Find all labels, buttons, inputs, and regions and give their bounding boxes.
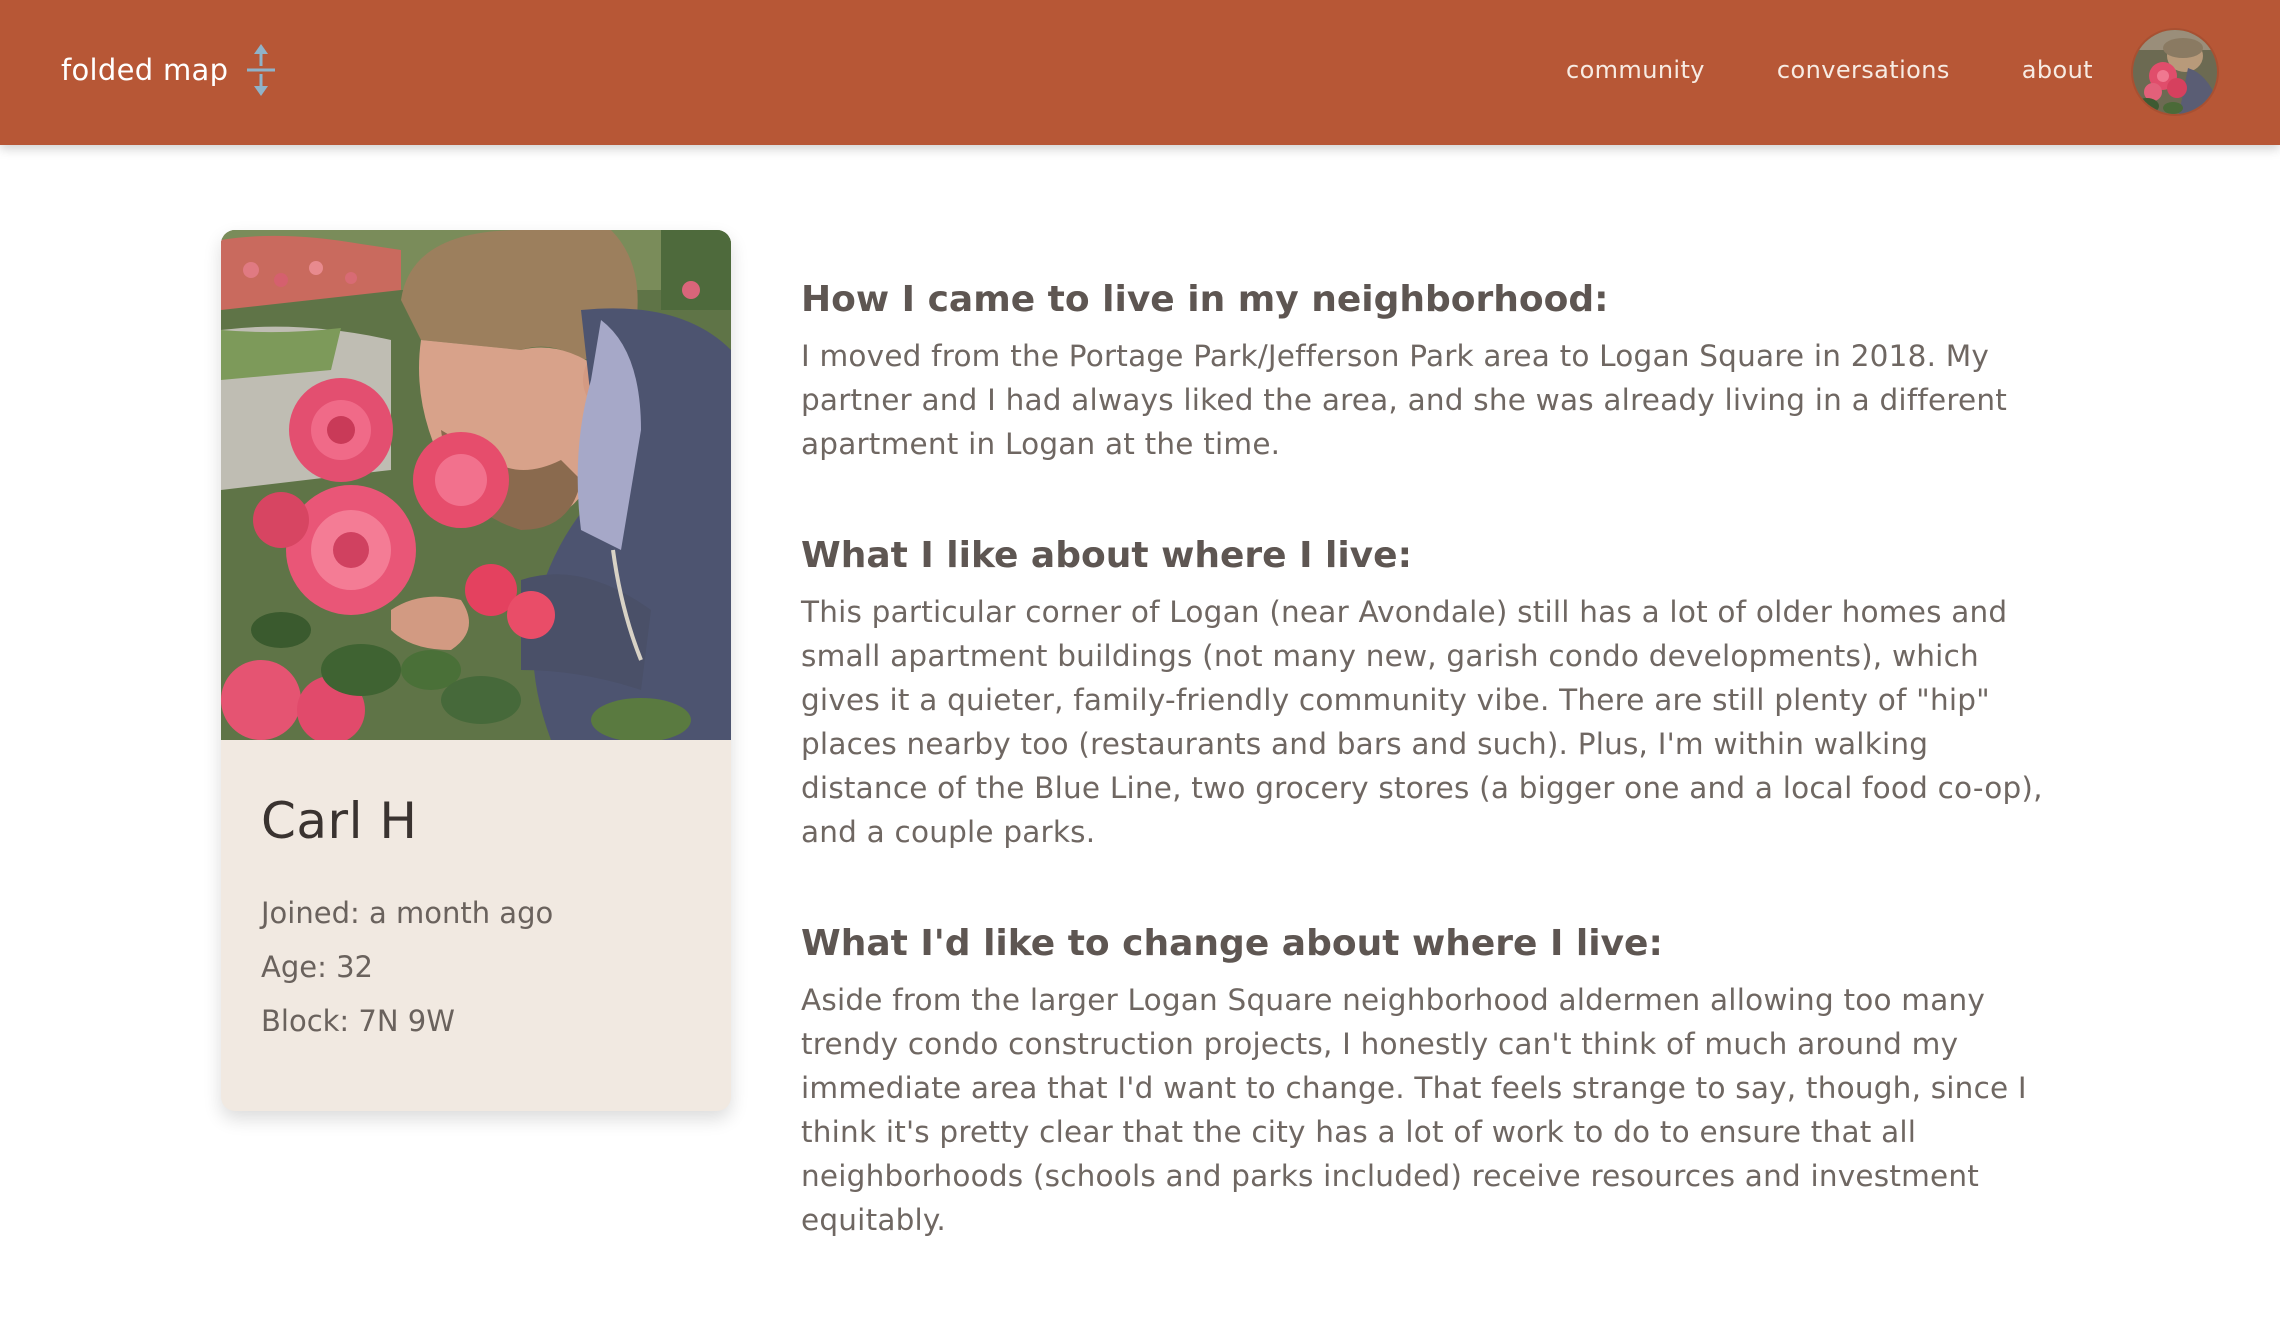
nav-conversations-link[interactable]: conversations	[1777, 56, 1950, 84]
section-body: This particular corner of Logan (near Av…	[801, 595, 2043, 849]
joined-text: Joined: a month ago	[261, 896, 554, 930]
folded-map-arrows-icon	[247, 44, 276, 96]
age-text: Age: 32	[261, 950, 373, 984]
user-avatar[interactable]	[2133, 30, 2217, 114]
nav-about-link[interactable]: about	[2022, 56, 2093, 84]
avatar-image	[2133, 30, 2217, 114]
brand-name: folded map	[61, 53, 229, 87]
section-heading: What I'd like to change about where I li…	[801, 923, 1663, 964]
profile-meta: Joined: a month ago Age: 32 Block: 7N 9W	[261, 886, 691, 1048]
top-navigation-bar: folded map community conversations about	[0, 0, 2280, 145]
section-heading: How I came to live in my neighborhood:	[801, 279, 1609, 320]
profile-info: Carl H Joined: a month ago Age: 32 Block…	[221, 740, 731, 1048]
block-text: Block: 7N 9W	[261, 1004, 455, 1038]
nav-community-link[interactable]: community	[1566, 56, 1705, 84]
section-heading: What I like about where I live:	[801, 535, 1412, 576]
profile-photo	[221, 230, 731, 740]
main-nav: community conversations about	[1566, 50, 2093, 90]
brand-home-link[interactable]: folded map	[61, 44, 278, 96]
profile-name: Carl H	[261, 792, 418, 850]
answer-section: What I'd like to change about where I li…	[801, 916, 2061, 1242]
answer-section: What I like about where I live: This par…	[801, 528, 2061, 854]
section-body: I moved from the Portage Park/Jefferson …	[801, 339, 2008, 461]
profile-card: Carl H Joined: a month ago Age: 32 Block…	[221, 230, 731, 1111]
section-body: Aside from the larger Logan Square neigh…	[801, 983, 2027, 1237]
profile-answers: How I came to live in my neighborhood: I…	[801, 272, 2061, 1304]
answer-section: How I came to live in my neighborhood: I…	[801, 272, 2061, 466]
